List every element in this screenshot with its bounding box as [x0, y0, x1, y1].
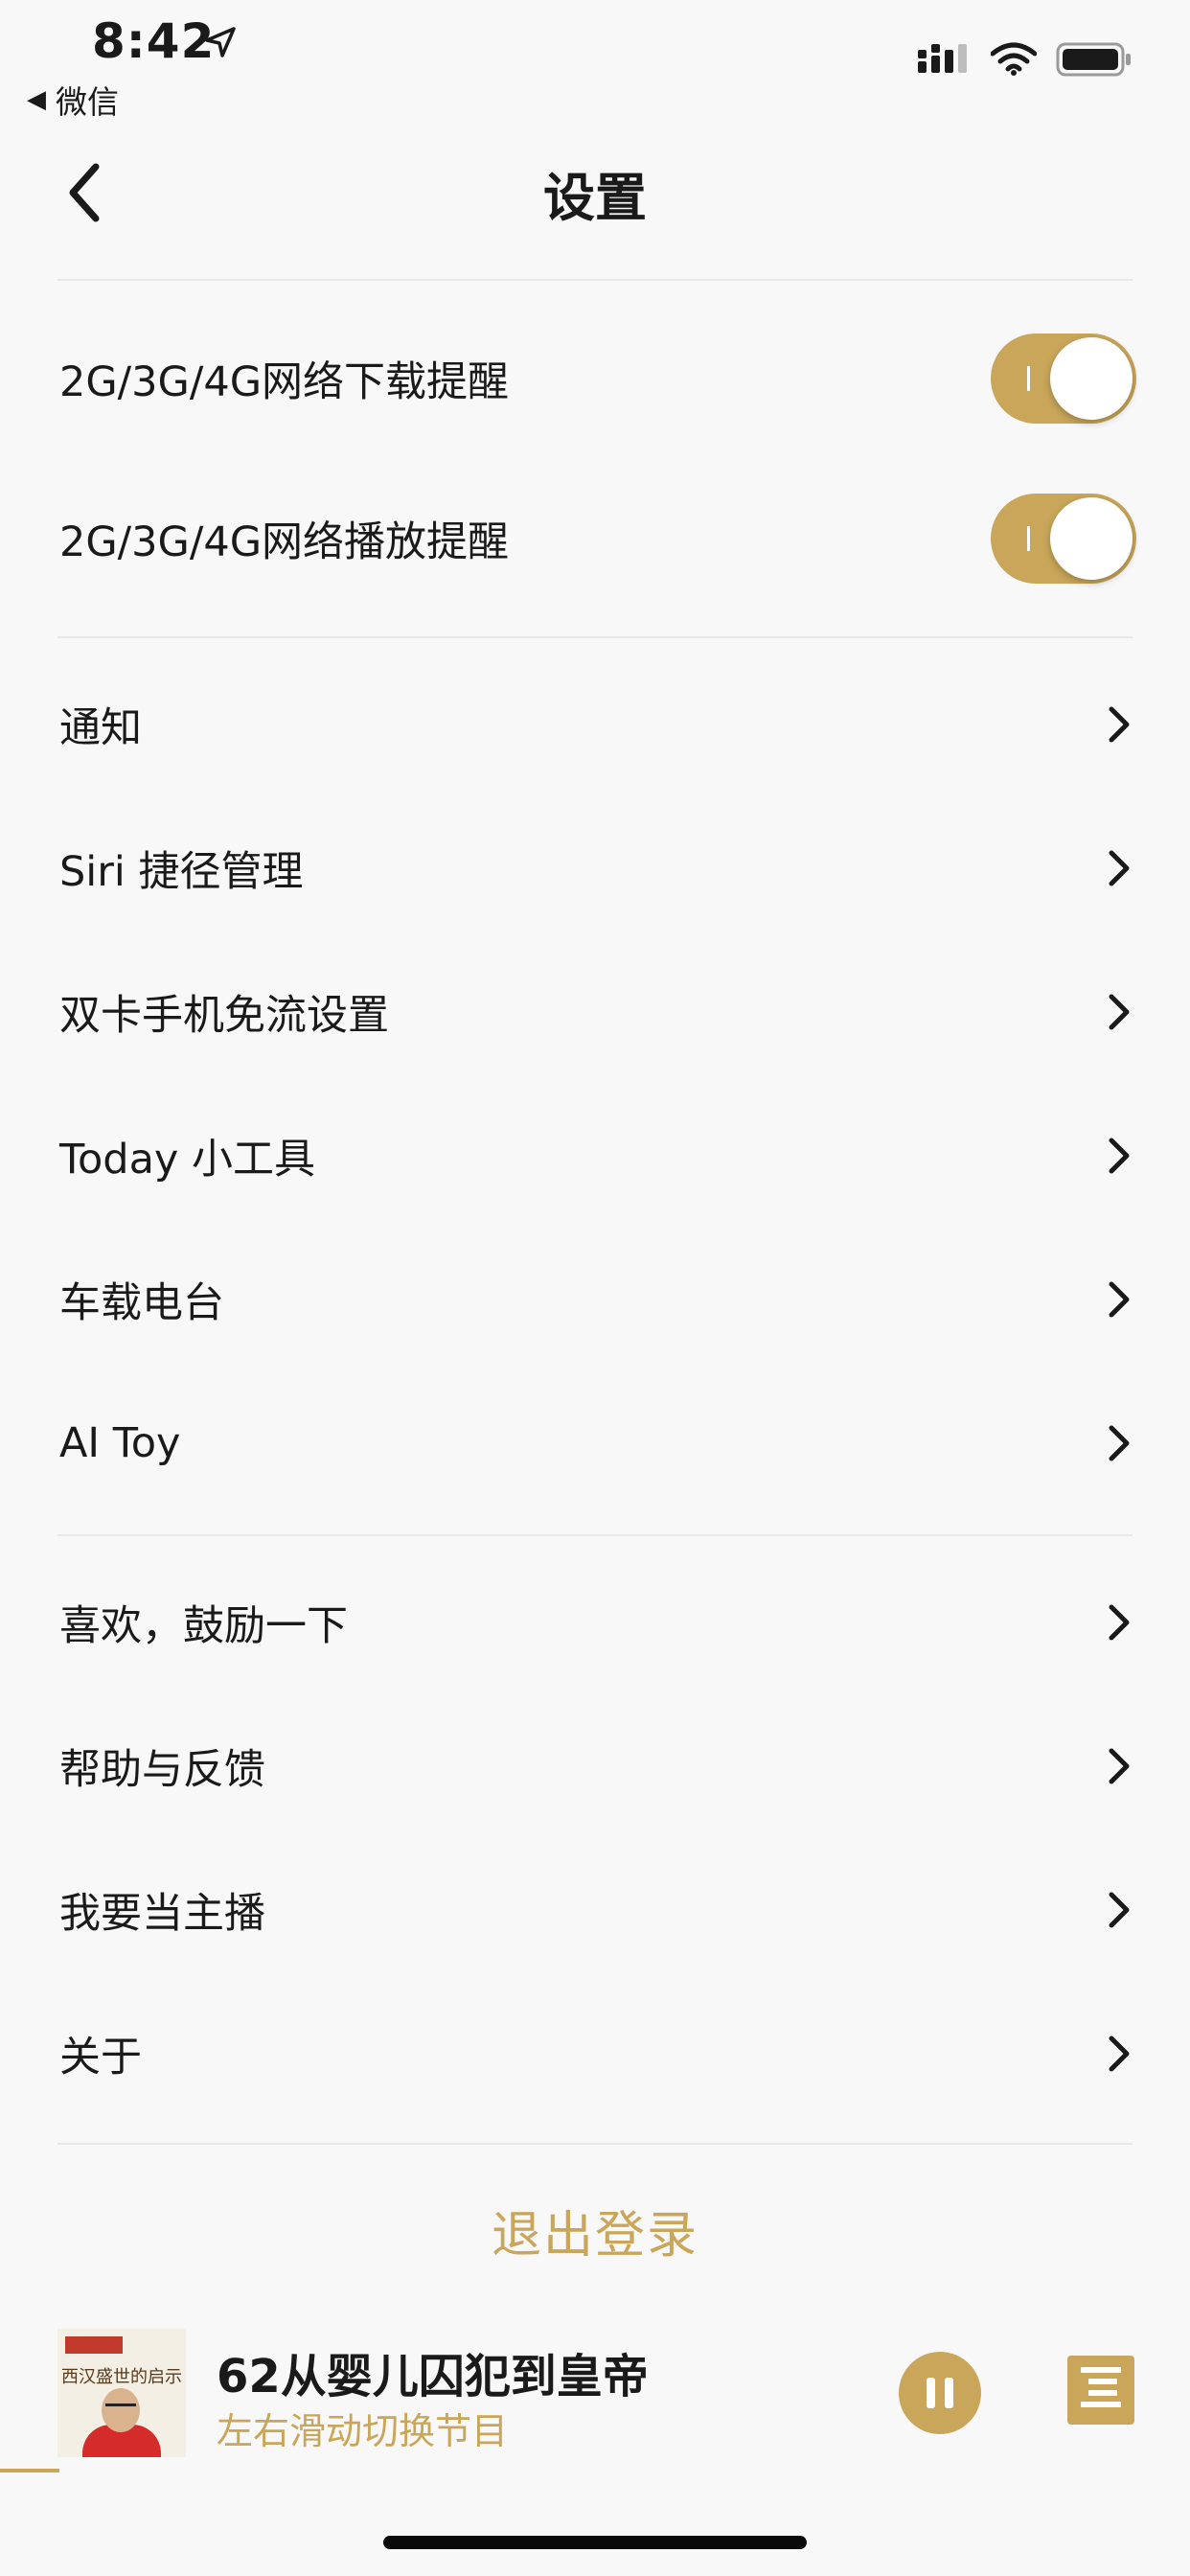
menu-item-car-radio[interactable]: 车载电台 [0, 1228, 1190, 1371]
navigation-bar: 设置 [0, 134, 1190, 249]
cellular-signal-icon [918, 44, 967, 73]
battery-icon [1056, 42, 1131, 77]
swipe-hint: 左右滑动切换节目 [217, 2410, 509, 2452]
divider [57, 279, 1133, 281]
menu-item-about[interactable]: 关于 [0, 1982, 1190, 2126]
toggle-on-mark [1027, 526, 1030, 551]
menu-item-label: 我要当主播 [59, 1890, 265, 1938]
menu-item-become-host[interactable]: 我要当主播 [0, 1838, 1190, 1982]
back-triangle-icon: ◀ [27, 85, 46, 114]
page-title: 设置 [543, 168, 647, 228]
menu-item-help-feedback[interactable]: 帮助与反馈 [0, 1694, 1190, 1838]
setting-label: 2G/3G/4G网络播放提醒 [59, 518, 510, 566]
playback-alert-toggle[interactable] [991, 494, 1136, 584]
menu-item-rate-app[interactable]: 喜欢，鼓励一下 [0, 1551, 1190, 1694]
menu-item-label: Siri 捷径管理 [59, 848, 304, 896]
menu-item-today-widget[interactable]: Today 小工具 [0, 1084, 1190, 1228]
mini-player[interactable]: 西汉盛世的启示 62从婴儿囚犯到皇帝 左右滑动切换节目 [0, 2308, 1190, 2471]
divider [57, 636, 1133, 638]
chevron-right-icon [1109, 1425, 1130, 1461]
setting-label: 2G/3G/4G网络下载提醒 [59, 358, 510, 406]
menu-item-label: AI Toy [59, 1419, 181, 1467]
download-alert-toggle[interactable] [991, 334, 1136, 424]
cover-banner [65, 2336, 123, 2354]
home-indicator[interactable] [383, 2536, 807, 2549]
divider [57, 2143, 1133, 2145]
back-to-app-link[interactable]: ◀ 微信 [27, 77, 119, 123]
playlist-line [1081, 2367, 1121, 2373]
menu-item-label: 帮助与反馈 [59, 1746, 265, 1794]
chevron-right-icon [1109, 1604, 1130, 1641]
menu-item-notifications[interactable]: 通知 [0, 653, 1190, 796]
toggle-knob [1050, 337, 1133, 420]
playlist-icon[interactable] [1067, 2356, 1134, 2425]
playlist-line [1081, 2402, 1121, 2407]
logout-button[interactable]: 退出登录 [0, 2195, 1190, 2266]
chevron-right-icon [1109, 994, 1130, 1030]
playlist-line [1088, 2390, 1117, 2396]
chevron-right-icon [1109, 1281, 1130, 1318]
playback-progress-fill [0, 2469, 60, 2472]
menu-item-label: 喜欢，鼓励一下 [59, 1602, 348, 1650]
chevron-right-icon [1109, 1892, 1130, 1928]
setting-row-download-alert: 2G/3G/4G网络下载提醒 [0, 307, 1190, 450]
menu-item-label: Today 小工具 [59, 1136, 316, 1184]
chevron-right-icon [1109, 850, 1130, 886]
toggle-on-mark [1027, 366, 1030, 391]
location-arrow-icon [205, 27, 236, 58]
chevron-right-icon [1109, 706, 1130, 743]
menu-item-siri-shortcuts[interactable]: Siri 捷径管理 [0, 796, 1190, 940]
pause-icon-bar [927, 2378, 935, 2408]
menu-item-label: 通知 [59, 704, 142, 752]
track-title: 62从婴儿囚犯到皇帝 [217, 2350, 649, 2404]
menu-item-label: 车载电台 [59, 1279, 224, 1327]
status-indicators [918, 42, 1133, 77]
menu-item-dual-sim-data[interactable]: 双卡手机免流设置 [0, 940, 1190, 1084]
toggle-knob [1050, 497, 1133, 580]
status-time: 8:42 [92, 13, 216, 69]
pause-icon-bar [945, 2378, 953, 2408]
wifi-icon [991, 42, 1037, 76]
chevron-right-icon [1109, 1748, 1130, 1784]
cover-person-glasses [105, 2404, 136, 2414]
setting-row-playback-alert: 2G/3G/4G网络播放提醒 [0, 467, 1190, 610]
playlist-line [1088, 2379, 1117, 2384]
status-bar: 8:42 ◀ 微信 [0, 0, 1190, 125]
menu-item-label: 双卡手机免流设置 [59, 992, 389, 1040]
album-cover[interactable]: 西汉盛世的启示 [57, 2329, 186, 2457]
menu-item-ai-toy[interactable]: AI Toy [0, 1371, 1190, 1515]
back-app-label: 微信 [56, 83, 119, 121]
menu-item-label: 关于 [59, 2034, 142, 2082]
chevron-right-icon [1109, 1138, 1130, 1174]
divider [57, 1534, 1133, 1536]
chevron-right-icon [1109, 2036, 1130, 2072]
pause-button[interactable] [899, 2352, 981, 2434]
cover-caption: 西汉盛世的启示 [61, 2367, 182, 2387]
playback-progress-bar[interactable] [0, 2469, 1190, 2472]
